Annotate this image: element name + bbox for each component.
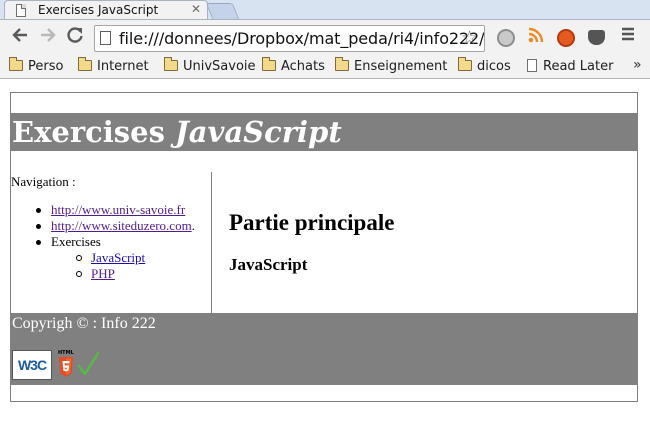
bookmark-perso[interactable]: Perso: [9, 57, 63, 74]
page-title: Exercises JavaScript: [12, 115, 342, 149]
page-icon: [16, 4, 26, 17]
navigation-title: Navigation :: [11, 174, 76, 189]
address-bar[interactable]: file:///donnees/Dropbox/mat_peda/ri4/inf…: [94, 25, 485, 52]
rss-icon[interactable]: [527, 26, 545, 49]
browser-tab[interactable]: Exercises JavaScript ✕: [4, 0, 208, 20]
bookmark-univsavoie[interactable]: UnivSavoie: [164, 57, 256, 74]
browser-toolbar: file:///donnees/Dropbox/mat_peda/ri4/inf…: [0, 19, 650, 56]
bookmarks-overflow-button[interactable]: »: [633, 57, 642, 73]
main-heading: Partie principale: [229, 210, 395, 235]
link-univ-savoie[interactable]: http://www.univ-savoie.fr: [51, 202, 185, 217]
menu-icon[interactable]: [620, 26, 636, 47]
main-subheading: JavaScript: [229, 255, 308, 274]
exercises-sublist: JavaScript PHP: [76, 250, 195, 282]
list-item: JavaScript: [76, 250, 195, 266]
folder-icon: [78, 57, 92, 71]
bookmark-internet[interactable]: Internet: [78, 57, 149, 74]
link-siteduzero[interactable]: http://www.siteduzero.com: [51, 218, 192, 233]
page-viewport: Exercises JavaScript Navigation : http:/…: [0, 80, 650, 437]
bookmark-dicos[interactable]: dicos: [458, 57, 511, 74]
bookmarks-bar: Perso Internet UnivSavoie Achats Enseign…: [0, 56, 650, 79]
forward-icon[interactable]: [39, 26, 57, 49]
tab-title: Exercises JavaScript: [38, 3, 159, 17]
main-content: Partie principale JavaScript: [229, 210, 394, 275]
html5-badge[interactable]: HTML: [58, 350, 74, 378]
link-javascript[interactable]: JavaScript: [91, 250, 145, 265]
page-header: Exercises JavaScript: [11, 113, 637, 151]
new-tab-button[interactable]: [205, 3, 240, 19]
bookmark-achats[interactable]: Achats: [262, 57, 325, 74]
list-item: Exercises JavaScript PHP: [36, 234, 195, 282]
list-item: http://www.univ-savoie.fr: [36, 202, 195, 218]
back-icon[interactable]: [11, 26, 29, 49]
folder-icon: [9, 57, 23, 71]
list-item: http://www.siteduzero.com.: [36, 218, 195, 234]
pocket-icon[interactable]: [588, 30, 605, 45]
w3c-badge[interactable]: W3C: [12, 350, 52, 380]
close-tab-icon[interactable]: ✕: [191, 2, 201, 16]
exercises-label: Exercises: [51, 234, 101, 249]
copyright-text: Copyrigh © : Info 222: [12, 315, 156, 332]
bookmark-read-later[interactable]: Read Later: [527, 59, 613, 74]
link-php[interactable]: PHP: [91, 266, 115, 281]
folder-icon: [335, 57, 349, 71]
tab-strip: Exercises JavaScript ✕: [0, 0, 650, 20]
navigation-list: http://www.univ-savoie.fr http://www.sit…: [36, 202, 195, 282]
page-icon: [527, 59, 537, 72]
folder-icon: [458, 57, 472, 71]
navigation-panel: Navigation : http://www.univ-savoie.fr h…: [11, 172, 212, 313]
checkmark-icon: [77, 351, 100, 377]
fire-icon[interactable]: [557, 29, 575, 47]
bookmark-star-icon[interactable]: ☆: [461, 27, 478, 49]
folder-icon: [262, 57, 276, 71]
adblock-icon[interactable]: [497, 29, 515, 47]
list-item: PHP: [76, 266, 195, 282]
folder-icon: [164, 57, 178, 71]
page-container: Exercises JavaScript Navigation : http:/…: [10, 92, 638, 402]
url-text[interactable]: file:///donnees/Dropbox/mat_peda/ri4/inf…: [119, 29, 484, 48]
page-icon: [100, 31, 111, 45]
reload-icon[interactable]: [66, 26, 84, 49]
page-footer: Copyrigh © : Info 222 W3C HTML: [11, 313, 637, 385]
bookmark-enseignement[interactable]: Enseignement: [335, 57, 447, 74]
